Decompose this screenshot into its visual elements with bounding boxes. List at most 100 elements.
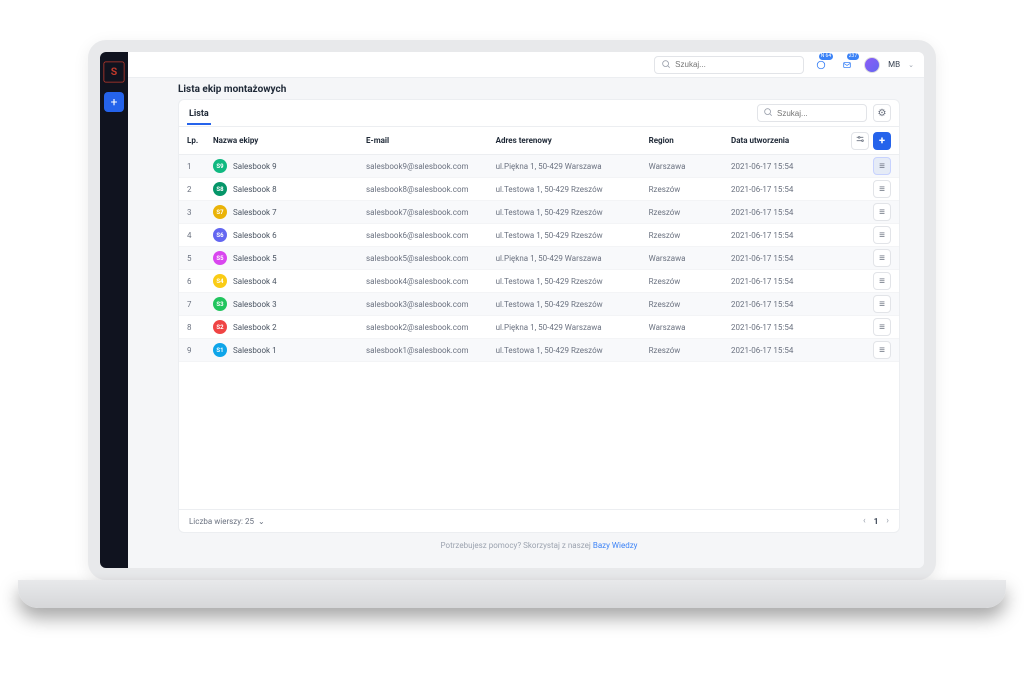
laptop-base <box>18 580 1006 608</box>
table-row[interactable]: 4S6Salesbook 6salesbook6@salesbook.comul… <box>179 224 899 247</box>
panel-search-input[interactable] <box>777 109 887 118</box>
panel-tools: ⚙ <box>757 104 891 126</box>
table-row[interactable]: 2S8Salesbook 8salesbook8@salesbook.comul… <box>179 178 899 201</box>
col-created[interactable]: Data utworzenia <box>731 136 837 145</box>
team-avatar: S4 <box>213 274 227 288</box>
cell-email: salesbook3@salesbook.com <box>366 300 496 309</box>
app-screen: S + N 64 237 MB <box>100 52 924 568</box>
col-lp[interactable]: Lp. <box>187 136 213 145</box>
sidebar-add-button[interactable]: + <box>104 92 124 112</box>
cell-region: Warszawa <box>649 162 731 171</box>
table-row[interactable]: 1S9Salesbook 9salesbook9@salesbook.comul… <box>179 155 899 178</box>
tabs: Lista <box>187 105 211 125</box>
menu-icon: ≡ <box>879 230 885 241</box>
panel-search[interactable] <box>757 104 867 122</box>
notif-button-1[interactable]: N 64 <box>812 56 830 74</box>
row-menu-button[interactable]: ≡ <box>873 341 891 359</box>
cell-region: Rzeszów <box>649 277 731 286</box>
row-menu-button[interactable]: ≡ <box>873 226 891 244</box>
team-name: Salesbook 6 <box>233 231 277 240</box>
team-name: Salesbook 1 <box>233 346 277 355</box>
row-menu-button[interactable]: ≡ <box>873 180 891 198</box>
table-row[interactable]: 5S5Salesbook 5salesbook5@salesbook.comul… <box>179 247 899 270</box>
cell-email: salesbook9@salesbook.com <box>366 162 496 171</box>
cell-name: S7Salesbook 7 <box>213 205 366 219</box>
global-search[interactable] <box>654 56 804 74</box>
table-row[interactable]: 6S4Salesbook 4salesbook4@salesbook.comul… <box>179 270 899 293</box>
cell-name: S9Salesbook 9 <box>213 159 366 173</box>
cell-lp: 7 <box>187 300 213 309</box>
team-avatar: S3 <box>213 297 227 311</box>
cell-actions: ≡ <box>837 203 891 221</box>
rows-label: Liczba wierszy: 25 <box>189 517 254 526</box>
col-email[interactable]: E-mail <box>366 136 496 145</box>
user-menu-chevron-icon[interactable]: ⌄ <box>908 61 914 69</box>
table-row[interactable]: 3S7Salesbook 7salesbook7@salesbook.comul… <box>179 201 899 224</box>
cell-actions: ≡ <box>837 249 891 267</box>
cell-lp: 6 <box>187 277 213 286</box>
menu-icon: ≡ <box>879 161 885 172</box>
help-link[interactable]: Bazy Wiedzy <box>593 541 638 550</box>
cell-name: S3 Salesbook 3 <box>213 297 366 311</box>
cell-name: S4Salesbook 4 <box>213 274 366 288</box>
team-avatar: S1 <box>213 343 227 357</box>
cell-created: 2021-06-17 15:54 <box>731 231 837 240</box>
cell-created: 2021-06-17 15:54 <box>731 323 837 332</box>
row-menu-button[interactable]: ≡ <box>873 318 891 336</box>
team-avatar: S6 <box>213 228 227 242</box>
gear-icon: ⚙ <box>878 108 887 119</box>
cell-lp: 5 <box>187 254 213 263</box>
tab-lista[interactable]: Lista <box>187 105 211 125</box>
panel-header: Lista ⚙ <box>179 100 899 127</box>
col-name[interactable]: Nazwa ekipy <box>213 136 366 145</box>
table-row[interactable]: 9S1Salesbook 1salesbook1@salesbook.comul… <box>179 339 899 362</box>
sliders-icon <box>855 134 865 147</box>
settings-button[interactable]: ⚙ <box>873 104 891 122</box>
cell-lp: 2 <box>187 185 213 194</box>
row-menu-button[interactable]: ≡ <box>873 272 891 290</box>
cell-lp: 3 <box>187 208 213 217</box>
cell-address: ul.Piękna 1, 50-429 Warszawa <box>496 323 649 332</box>
team-name: Salesbook 3 <box>233 300 277 309</box>
cell-actions: ≡ <box>837 226 891 244</box>
table-row[interactable]: 8S2Salesbook 2salesbook2@salesbook.comul… <box>179 316 899 339</box>
row-menu-button[interactable]: ≡ <box>873 157 891 175</box>
table-row[interactable]: 7S3Salesbook 3salesbook3@salesbook.comul… <box>179 293 899 316</box>
menu-icon: ≡ <box>879 207 885 218</box>
columns-button[interactable] <box>851 132 869 150</box>
cell-email: salesbook1@salesbook.com <box>366 346 496 355</box>
team-name: Salesbook 8 <box>233 185 277 194</box>
page-next[interactable]: › <box>886 516 889 526</box>
chevron-down-icon: ⌄ <box>258 517 265 526</box>
global-search-input[interactable] <box>675 60 797 69</box>
cell-name: S5Salesbook 5 <box>213 251 366 265</box>
help-line: Potrzebujesz pomocy? Skorzystaj z naszej… <box>178 533 900 558</box>
search-icon <box>661 59 671 71</box>
cell-name: S8Salesbook 8 <box>213 182 366 196</box>
logo-icon[interactable]: S <box>104 62 125 83</box>
row-menu-button[interactable]: ≡ <box>873 249 891 267</box>
add-row-button[interactable]: + <box>873 132 891 150</box>
col-region[interactable]: Region <box>649 136 731 145</box>
team-avatar: S7 <box>213 205 227 219</box>
row-menu-button[interactable]: ≡ <box>873 295 891 313</box>
page-current: 1 <box>874 517 879 526</box>
rows-per-page[interactable]: Liczba wierszy: 25 ⌄ <box>189 517 265 526</box>
table-body: 1S9Salesbook 9salesbook9@salesbook.comul… <box>179 155 899 509</box>
avatar[interactable] <box>864 57 880 73</box>
page-title: Lista ekip montażowych <box>178 84 900 95</box>
cell-email: salesbook7@salesbook.com <box>366 208 496 217</box>
col-actions: + <box>837 132 891 150</box>
cell-actions: ≡ <box>837 180 891 198</box>
notif-badge-2: 237 <box>847 53 859 60</box>
menu-icon: ≡ <box>879 345 885 356</box>
help-text: Potrzebujesz pomocy? Skorzystaj z naszej <box>441 541 593 550</box>
notif-button-2[interactable]: 237 <box>838 56 856 74</box>
cell-name: S6 Salesbook 6 <box>213 228 366 242</box>
row-menu-button[interactable]: ≡ <box>873 203 891 221</box>
team-avatar: S9 <box>213 159 227 173</box>
cell-lp: 8 <box>187 323 213 332</box>
page-prev[interactable]: ‹ <box>863 516 866 526</box>
cell-actions: ≡ <box>837 318 891 336</box>
col-address[interactable]: Adres terenowy <box>496 136 649 145</box>
